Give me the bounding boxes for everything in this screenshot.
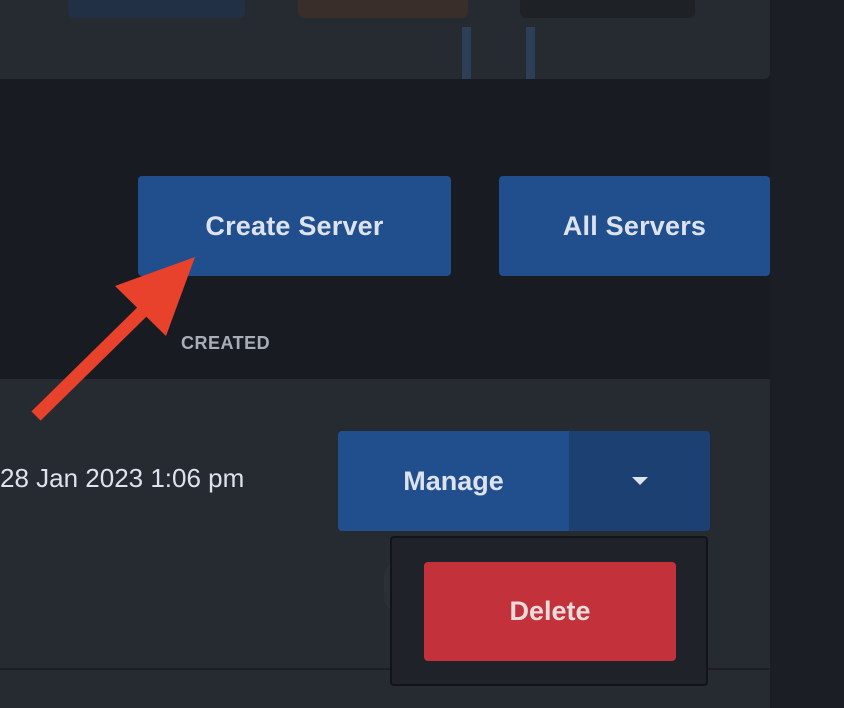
server-created-date: 28 Jan 2023 1:06 pm (0, 463, 245, 493)
app-screen: Create Server All Servers CREATED 28 Jan… (0, 0, 844, 708)
caret-down-icon (631, 477, 648, 485)
delete-server-button[interactable]: Delete (424, 562, 676, 661)
top-chip-dark[interactable] (520, 0, 695, 18)
manage-button[interactable]: Manage (338, 431, 569, 531)
create-server-button[interactable]: Create Server (138, 176, 451, 276)
manage-split-button: Manage (338, 431, 710, 531)
right-gutter (770, 0, 844, 708)
top-bar-indicator (526, 27, 535, 79)
created-column-header: CREATED (181, 333, 271, 353)
top-bar-indicator (462, 27, 471, 79)
manage-menu-toggle[interactable] (569, 431, 710, 531)
top-chip-blue[interactable] (68, 0, 245, 18)
all-servers-button[interactable]: All Servers (499, 176, 770, 276)
top-panel (0, 0, 770, 79)
top-chip-orange[interactable] (298, 0, 468, 18)
